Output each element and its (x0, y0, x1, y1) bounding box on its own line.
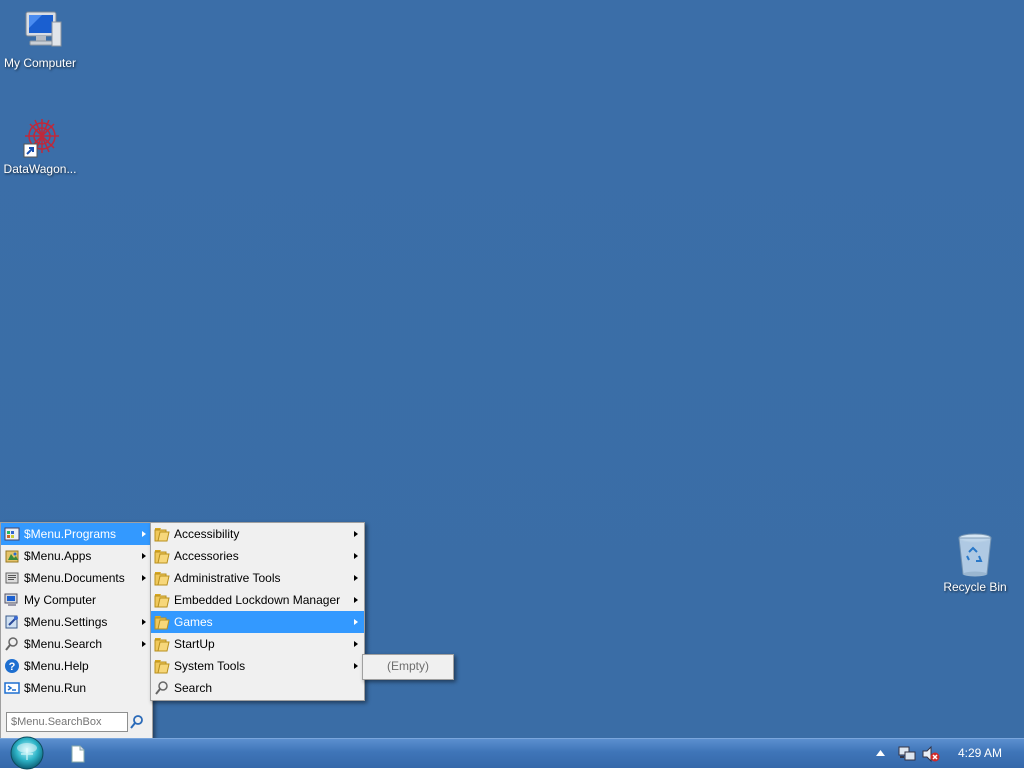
empty-menu-label: (Empty) (387, 659, 429, 673)
programs-item-search[interactable]: Search (151, 677, 364, 699)
apps-icon (5, 550, 19, 563)
folder-icon (154, 528, 170, 542)
submenu-arrow-icon (142, 575, 146, 581)
search-icon[interactable] (128, 713, 146, 731)
programs-icon (4, 527, 20, 541)
menu-item-label: Accessories (174, 549, 239, 563)
menu-item-label: Games (174, 615, 213, 629)
folder-icon (154, 594, 170, 608)
submenu-arrow-icon (354, 531, 358, 537)
programs-item-accessories[interactable]: Accessories (151, 545, 364, 567)
folder-icon (154, 660, 170, 674)
search-input[interactable] (6, 712, 128, 732)
menu-item-label: Administrative Tools (174, 571, 281, 585)
settings-icon (5, 615, 18, 629)
start-menu-search-row (5, 712, 148, 734)
show-hidden-icons-icon[interactable] (876, 750, 885, 756)
help-icon: ? (5, 659, 19, 673)
menu-item-label: $Menu.Programs (24, 527, 117, 541)
submenu-arrow-icon (354, 641, 358, 647)
computer-icon (4, 593, 18, 606)
games-submenu: (Empty) (362, 654, 454, 680)
submenu-arrow-icon (142, 553, 146, 559)
programs-item-system-tools[interactable]: System Tools (151, 655, 364, 677)
folder-icon (154, 550, 170, 564)
taskbar-clock[interactable]: 4:29 AM (948, 739, 1012, 768)
programs-submenu: Accessibility Accessories Administrative… (150, 522, 365, 701)
submenu-arrow-icon (354, 553, 358, 559)
folder-icon (154, 572, 170, 586)
volume-muted-icon[interactable] (922, 745, 940, 763)
menu-item-label: $Menu.Apps (24, 549, 92, 563)
datawagon-shortcut-icon (23, 119, 59, 158)
svg-text:?: ? (9, 661, 16, 673)
start-menu-item-help[interactable]: ? $Menu.Help (1, 655, 152, 677)
menu-item-label: $Menu.Search (24, 637, 103, 651)
taskbar: 4:29 AM (0, 736, 1024, 770)
desktop: My Computer DataWagon... Recycle Bin $Me… (0, 0, 1024, 739)
search-icon (5, 637, 18, 651)
menu-item-label: My Computer (24, 593, 97, 607)
recycle-bin-icon (958, 533, 992, 577)
start-menu-item-my-computer[interactable]: My Computer (1, 589, 152, 611)
programs-item-startup[interactable]: StartUp (151, 633, 364, 655)
submenu-arrow-icon (354, 663, 358, 669)
menu-item-label: $Menu.Settings (24, 615, 108, 629)
start-menu: $Menu.Programs $Menu.Apps $Menu.Document… (0, 522, 153, 739)
menu-item-label: StartUp (174, 637, 215, 651)
desktop-icon-label: DataWagon... (3, 162, 77, 176)
start-menu-item-run[interactable]: $Menu.Run (1, 677, 152, 699)
desktop-icon-label: Recycle Bin (943, 580, 1007, 594)
programs-item-accessibility[interactable]: Accessibility (151, 523, 364, 545)
run-icon (4, 682, 20, 694)
desktop-icon-recycle-bin[interactable]: Recycle Bin (935, 530, 1015, 594)
menu-item-label: Search (174, 681, 213, 695)
submenu-arrow-icon (142, 619, 146, 625)
submenu-arrow-icon (354, 597, 358, 603)
start-menu-item-documents[interactable]: $Menu.Documents (1, 567, 152, 589)
submenu-arrow-icon (354, 575, 358, 581)
programs-item-embedded-lockdown-manager[interactable]: Embedded Lockdown Manager (151, 589, 364, 611)
programs-item-administrative-tools[interactable]: Administrative Tools (151, 567, 364, 589)
document-icon[interactable] (70, 745, 86, 763)
start-menu-item-apps[interactable]: $Menu.Apps (1, 545, 152, 567)
menu-item-label: Embedded Lockdown Manager (174, 593, 341, 607)
computer-icon (25, 11, 62, 47)
start-menu-item-search[interactable]: $Menu.Search (1, 633, 152, 655)
start-button[interactable] (9, 736, 45, 770)
submenu-arrow-icon (142, 641, 146, 647)
start-menu-item-settings[interactable]: $Menu.Settings (1, 611, 152, 633)
menu-item-label: $Menu.Help (24, 659, 89, 673)
menu-item-label: Accessibility (174, 527, 240, 541)
programs-item-games[interactable]: Games (151, 611, 364, 633)
submenu-arrow-icon (142, 531, 146, 537)
menu-item-label: System Tools (174, 659, 246, 673)
desktop-icon-label: My Computer (3, 56, 77, 70)
desktop-icon-my-computer[interactable]: My Computer (0, 8, 80, 70)
folder-icon (154, 638, 170, 652)
menu-item-label: $Menu.Run (24, 681, 87, 695)
documents-icon (5, 572, 19, 584)
search-icon (155, 681, 168, 695)
folder-icon (154, 616, 170, 630)
desktop-icon-datawagon[interactable]: DataWagon... (0, 114, 80, 176)
start-menu-item-programs[interactable]: $Menu.Programs (1, 523, 152, 545)
menu-item-label: $Menu.Documents (24, 571, 125, 585)
submenu-arrow-icon (354, 619, 358, 625)
network-icon[interactable] (898, 745, 916, 763)
